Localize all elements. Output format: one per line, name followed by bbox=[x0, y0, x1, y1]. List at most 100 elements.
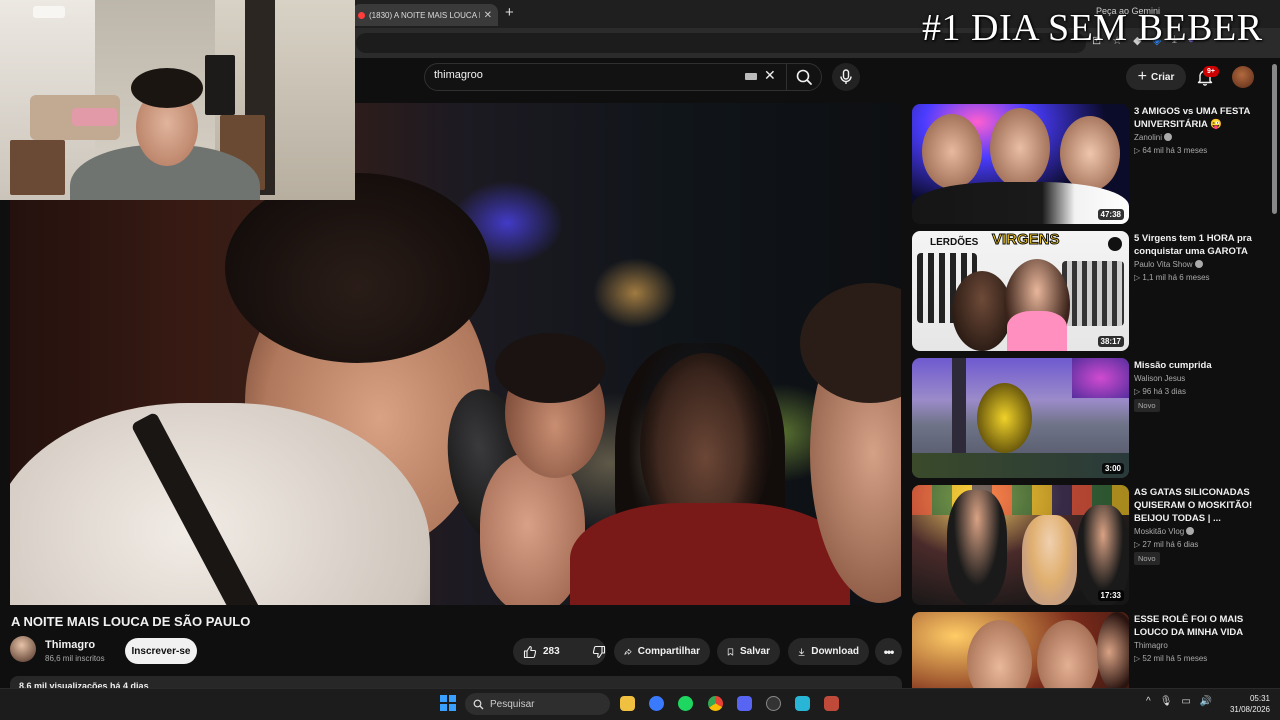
subscriber-count: 86,6 mil inscritos bbox=[45, 654, 105, 663]
webcam-figure bbox=[205, 55, 235, 115]
new-badge: Novo bbox=[1134, 399, 1160, 412]
channel-name[interactable]: Moskitão Vlog bbox=[1134, 527, 1195, 536]
taskbar-search[interactable]: Pesquisar bbox=[465, 693, 610, 715]
thumbnail-figure bbox=[1108, 237, 1122, 251]
channel-name[interactable]: Walison Jesus bbox=[1134, 374, 1185, 383]
windows-start-icon[interactable] bbox=[440, 695, 456, 711]
file-explorer-icon[interactable] bbox=[620, 696, 635, 711]
video-figure bbox=[570, 503, 850, 605]
thumbnail-figure bbox=[1007, 311, 1067, 351]
subscribe-button[interactable]: Inscrever-se bbox=[125, 638, 197, 664]
app-shield-icon[interactable] bbox=[795, 696, 810, 711]
thumbnail-figure bbox=[1022, 515, 1077, 605]
video-figure bbox=[495, 333, 605, 403]
discord-icon[interactable] bbox=[737, 696, 752, 711]
account-avatar[interactable] bbox=[1232, 66, 1254, 88]
taskbar-search-label: Pesquisar bbox=[490, 698, 535, 710]
thumbnail-figure bbox=[912, 182, 1129, 224]
channel-avatar[interactable] bbox=[10, 636, 36, 662]
more-actions-button[interactable]: ••• bbox=[875, 638, 902, 665]
thumbnail-figure bbox=[952, 271, 1012, 351]
scrollbar-thumb[interactable] bbox=[1272, 64, 1277, 214]
download-button[interactable]: Download bbox=[788, 638, 869, 665]
video-duration: 47:38 bbox=[1097, 209, 1124, 220]
webcam-figure bbox=[72, 108, 117, 126]
video-title[interactable]: 3 AMIGOS vs UMA FESTA UNIVERSITÁRIA 😜 bbox=[1134, 105, 1254, 131]
video-duration: 3:00 bbox=[1101, 463, 1124, 474]
spotify-icon[interactable] bbox=[678, 696, 693, 711]
volume-icon[interactable]: 🔊 bbox=[1200, 696, 1212, 707]
new-tab-button[interactable]: + bbox=[505, 4, 514, 21]
clear-search-icon[interactable]: ✕ bbox=[764, 67, 776, 84]
video-stats: ▷ 52 mil há 5 meses bbox=[1134, 654, 1208, 663]
create-button[interactable]: + Criar bbox=[1126, 64, 1186, 90]
thumbnail-figure bbox=[1060, 116, 1120, 191]
dislike-button[interactable] bbox=[582, 638, 616, 665]
browser-shield-icon[interactable] bbox=[649, 696, 664, 711]
thumbnail-text-virgens: VIRGENS bbox=[992, 231, 1061, 249]
notification-count-badge: 9+ bbox=[1203, 66, 1219, 77]
search-button[interactable] bbox=[786, 63, 822, 91]
voice-search-button[interactable] bbox=[832, 63, 860, 91]
video-title[interactable]: 5 Virgens tem 1 HORA pra conquistar uma … bbox=[1134, 232, 1254, 258]
thumbnail-figure bbox=[1097, 612, 1129, 688]
webcam-figure bbox=[131, 68, 203, 108]
video-thumbnail[interactable]: 17:33 bbox=[912, 485, 1129, 605]
channel-name[interactable]: Thimagro bbox=[45, 639, 95, 651]
recommended-video[interactable]: 47:38 3 AMIGOS vs UMA FESTA UNIVERSITÁRI… bbox=[912, 104, 1267, 224]
system-tray: ^ 🎙 ▭ 🔊 bbox=[1146, 696, 1212, 707]
recommended-video[interactable]: ESSE ROLÊ FOI O MAIS LOUCO DA MINHA VIDA… bbox=[912, 612, 1267, 688]
browser-tab[interactable]: (1830) A NOITE MAIS LOUCA DE SÃO PAULO ✕ bbox=[352, 4, 498, 26]
video-title[interactable]: ESSE ROLÊ FOI O MAIS LOUCO DA MINHA VIDA bbox=[1134, 613, 1254, 639]
video-figure bbox=[225, 173, 490, 363]
thumbs-up-icon bbox=[523, 645, 537, 658]
webcam-figure bbox=[10, 140, 65, 195]
microphone-icon[interactable]: 🎙 bbox=[1160, 696, 1173, 707]
thumbnail-figure bbox=[922, 114, 982, 189]
channel-name[interactable]: Zanolini bbox=[1134, 133, 1173, 142]
new-badge: Novo bbox=[1134, 552, 1160, 565]
save-button[interactable]: Salvar bbox=[717, 638, 780, 665]
recommended-video[interactable]: 3:00 Missão cumprida Walison Jesus ▷ 96 … bbox=[912, 358, 1267, 478]
thumbnail-figure bbox=[947, 490, 1007, 605]
thumbnail-figure bbox=[990, 108, 1050, 188]
video-title[interactable]: AS GATAS SILICONADAS QUISERAM O MOSKITÃO… bbox=[1134, 486, 1254, 525]
video-stats: ▷ 1,1 mil há 6 meses bbox=[1134, 273, 1210, 282]
steam-icon[interactable] bbox=[766, 696, 781, 711]
thumbs-down-icon bbox=[592, 645, 605, 658]
network-icon[interactable]: ▭ bbox=[1181, 696, 1190, 707]
search-input[interactable] bbox=[434, 69, 734, 81]
chrome-icon[interactable] bbox=[708, 696, 723, 711]
video-title[interactable]: Missão cumprida bbox=[1134, 359, 1254, 372]
video-thumbnail[interactable]: 47:38 bbox=[912, 104, 1129, 224]
chevron-up-icon[interactable]: ^ bbox=[1146, 696, 1151, 707]
share-button[interactable]: Compartilhar bbox=[614, 638, 710, 665]
recommended-video[interactable]: LERDÕES VIRGENS 38:17 5 Virgens tem 1 HO… bbox=[912, 231, 1267, 351]
video-stats: ▷ 27 mil há 6 dias bbox=[1134, 540, 1199, 549]
channel-name[interactable]: Paulo Vita Show bbox=[1134, 260, 1203, 269]
keyboard-icon[interactable] bbox=[745, 73, 757, 80]
more-dots-icon: ••• bbox=[883, 644, 895, 659]
verified-badge-icon bbox=[1186, 527, 1195, 535]
bookmark-icon bbox=[727, 647, 734, 656]
share-label: Compartilhar bbox=[637, 646, 700, 657]
video-thumbnail[interactable] bbox=[912, 612, 1129, 688]
like-button[interactable]: 283 bbox=[513, 638, 570, 665]
recommended-video[interactable]: 17:33 AS GATAS SILICONADAS QUISERAM O MO… bbox=[912, 485, 1267, 605]
video-stats: ▷ 64 mil há 3 meses bbox=[1134, 146, 1208, 155]
video-title: A NOITE MAIS LOUCA DE SÃO PAULO bbox=[11, 614, 251, 629]
obs-icon[interactable] bbox=[824, 696, 839, 711]
taskbar-clock[interactable]: 05:31 31/08/2026 bbox=[1224, 693, 1270, 715]
browser-tab-title: (1830) A NOITE MAIS LOUCA DE SÃO PAULO bbox=[369, 10, 480, 20]
video-thumbnail[interactable]: 3:00 bbox=[912, 358, 1129, 478]
channel-label: Paulo Vita Show bbox=[1134, 260, 1193, 269]
thumbnail-figure bbox=[967, 620, 1032, 688]
download-label: Download bbox=[811, 646, 859, 657]
youtube-favicon-icon bbox=[358, 11, 365, 19]
channel-name[interactable]: Thimagro bbox=[1134, 641, 1168, 650]
thumbnail-figure bbox=[1037, 620, 1099, 688]
close-tab-icon[interactable]: ✕ bbox=[484, 10, 492, 21]
video-thumbnail[interactable]: LERDÕES VIRGENS 38:17 bbox=[912, 231, 1129, 351]
search-icon bbox=[473, 699, 484, 709]
create-label: Criar bbox=[1150, 71, 1175, 83]
